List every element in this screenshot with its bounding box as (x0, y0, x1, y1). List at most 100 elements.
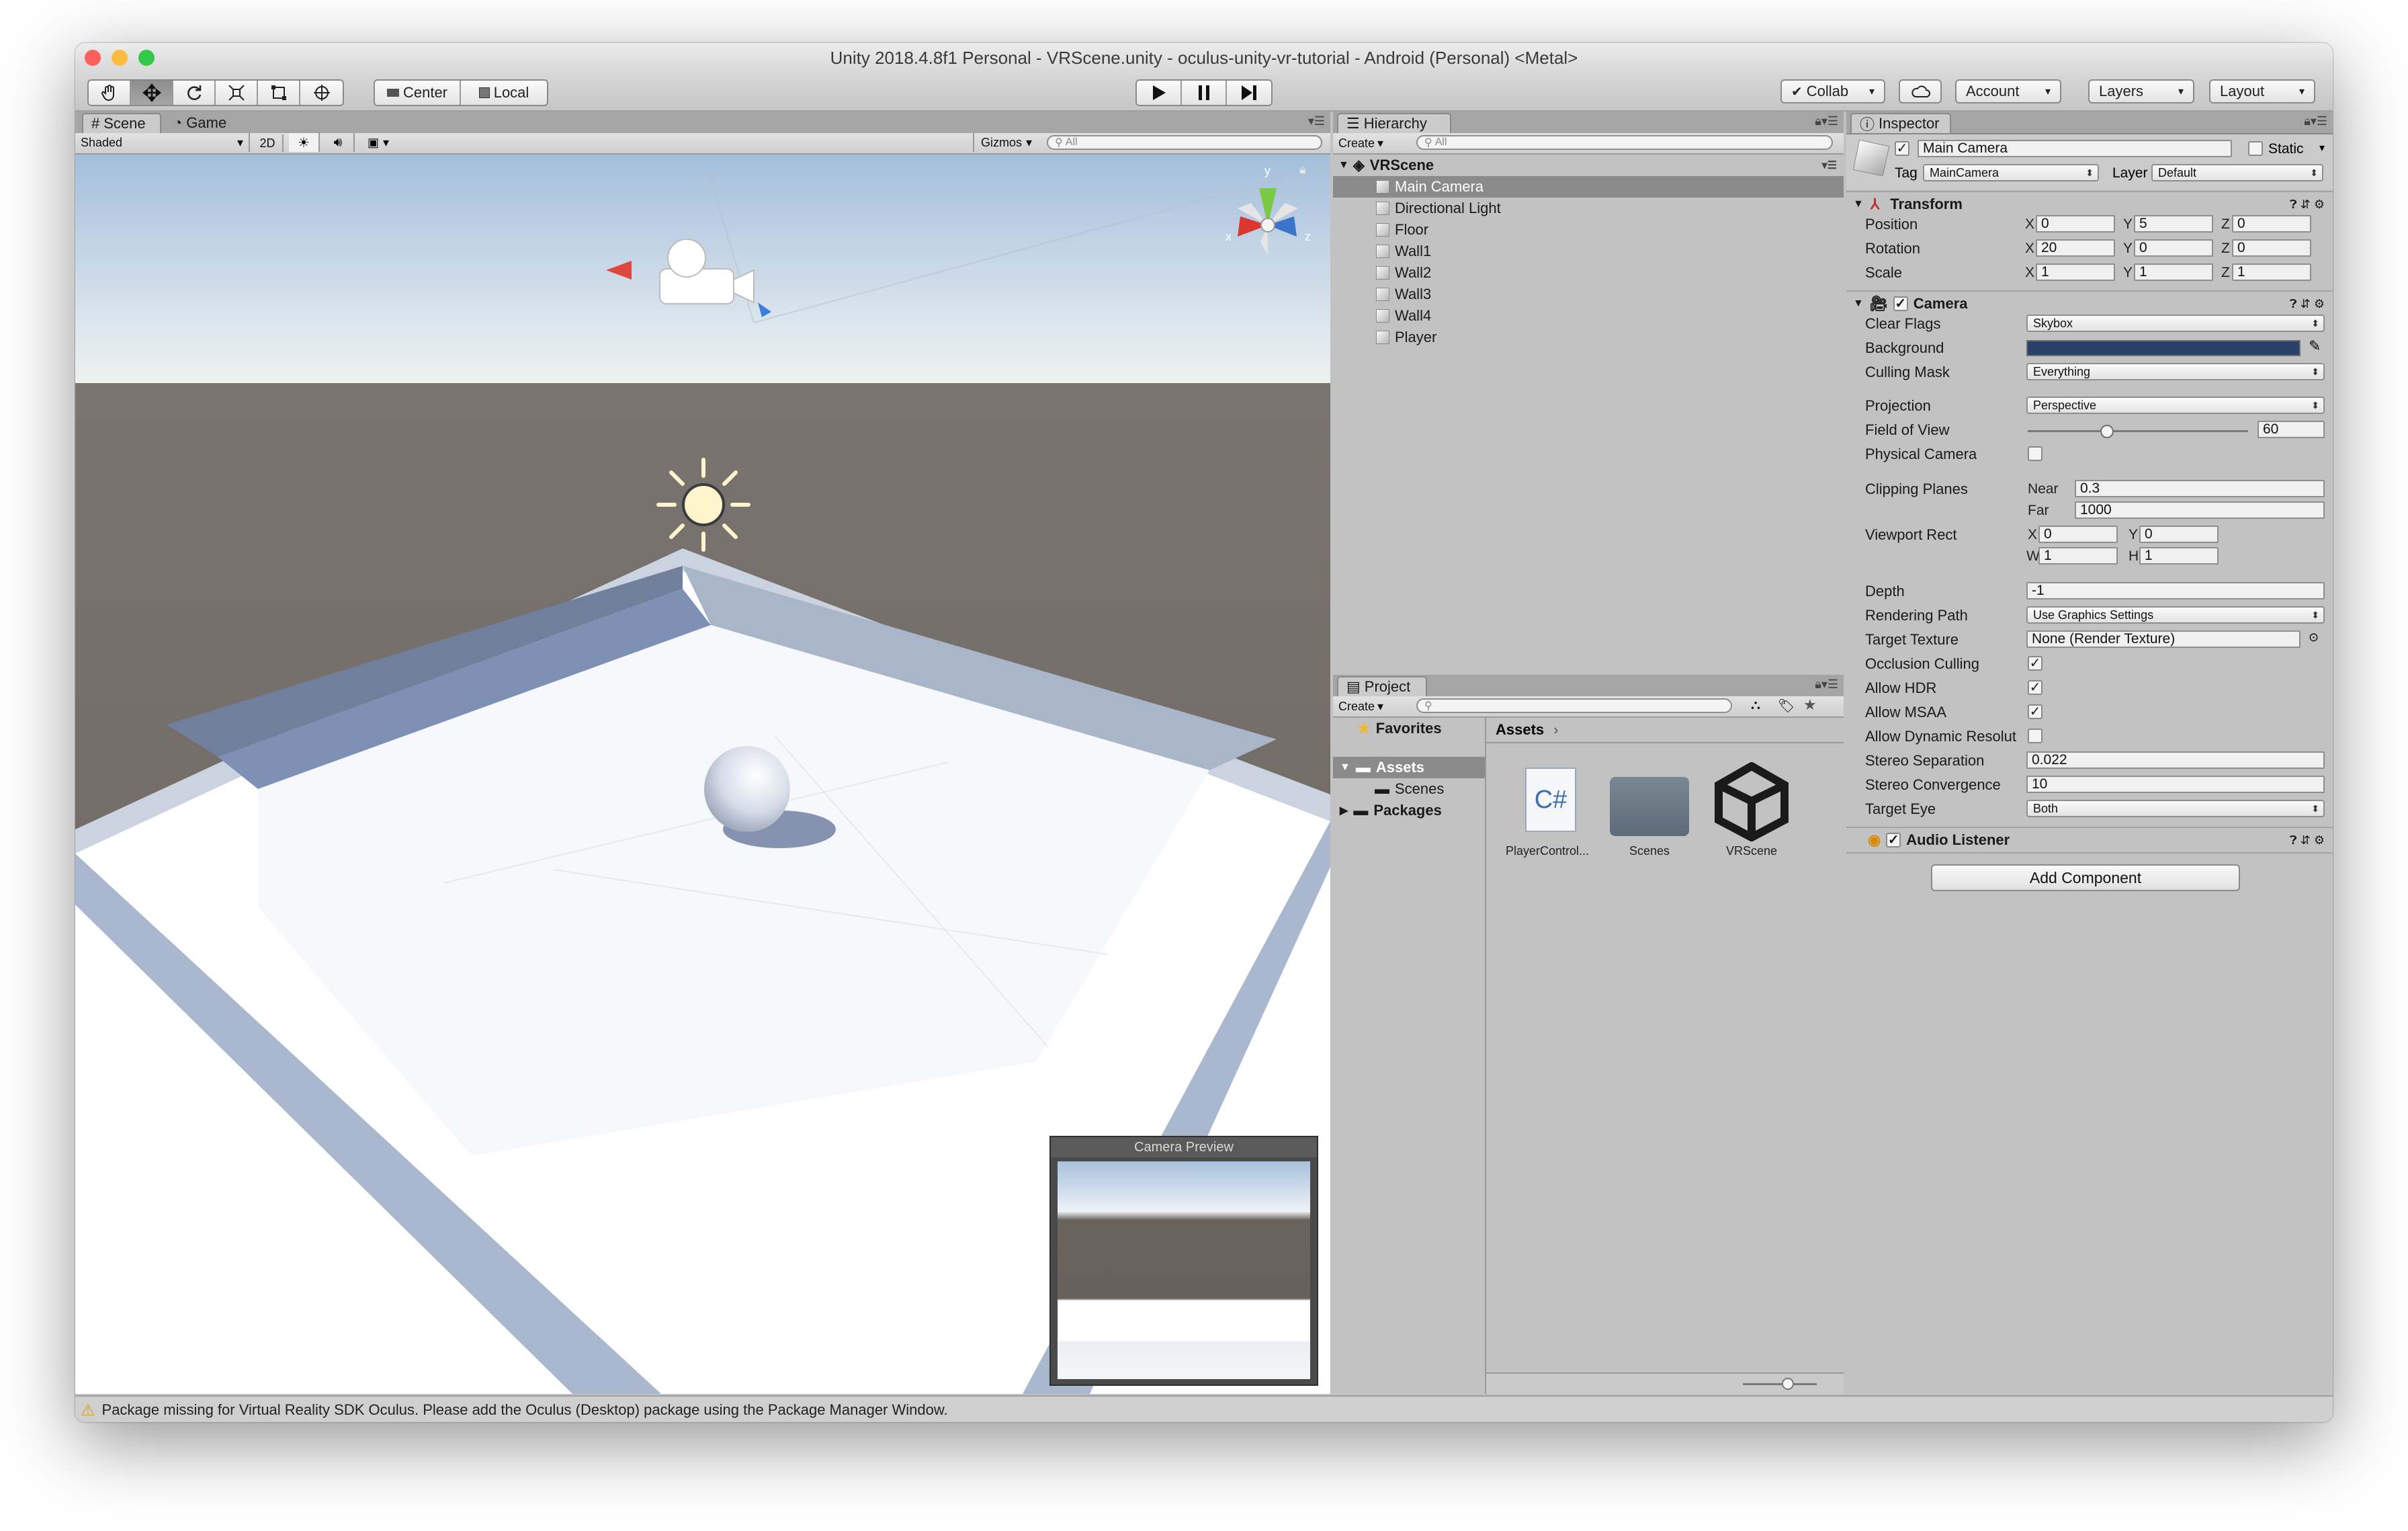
allow-msaa-checkbox[interactable]: ✓ (2028, 704, 2042, 719)
shading-mode-dropdown[interactable]: Shaded ▾ (81, 133, 250, 152)
minimize-window-button[interactable] (112, 50, 128, 66)
hierarchy-search-input[interactable]: ⚲ All (1416, 135, 1833, 150)
camera-gizmo-icon[interactable] (606, 227, 781, 321)
asset-script[interactable]: C# PlayerControl... (1502, 758, 1592, 858)
project-create-dropdown[interactable]: Create ▾ (1338, 699, 1383, 714)
zoom-window-button[interactable] (138, 50, 155, 66)
tab-scene[interactable]: # Scene (82, 113, 161, 133)
hierarchy-item-main-camera[interactable]: Main Camera (1333, 176, 1844, 198)
toggle-2d-button[interactable]: 2D (253, 134, 284, 152)
hierarchy-item-wall4[interactable]: Wall4 (1333, 305, 1844, 327)
fov-slider-track[interactable] (2028, 430, 2248, 432)
scene-audio-toggle[interactable]: 🔊︎ (322, 133, 355, 152)
assets-folder-item[interactable]: ▼ ▬ Assets (1333, 757, 1485, 778)
play-button[interactable] (1137, 81, 1182, 105)
transform-tool-button[interactable] (300, 81, 343, 105)
viewport-y-input[interactable]: 0 (2139, 526, 2219, 543)
scene-options-icon[interactable]: ▾☰ (1822, 159, 1837, 172)
culling-mask-dropdown[interactable]: Everything (2026, 363, 2325, 380)
audio-listener-header[interactable]: ◉ ✓ Audio Listener ❓︎ ⇵ ⚙ (1846, 827, 2333, 852)
hierarchy-menu-icon[interactable]: 🔒︎▾☰ (1815, 114, 1838, 128)
scene-lighting-toggle[interactable]: ☀ (289, 133, 320, 152)
target-texture-field[interactable]: None (Render Texture) (2026, 630, 2300, 648)
layers-dropdown[interactable]: Layers ▾ (2088, 79, 2194, 104)
static-checkbox[interactable] (2248, 141, 2263, 156)
packages-folder-item[interactable]: ▶ ▬ Packages (1333, 800, 1485, 821)
far-clip-input[interactable]: 1000 (2075, 501, 2325, 519)
account-dropdown[interactable]: Account ▾ (1955, 79, 2061, 104)
rotation-y-input[interactable]: 0 (2134, 239, 2213, 257)
scale-tool-button[interactable] (216, 81, 258, 105)
scale-z-input[interactable]: 1 (2232, 263, 2311, 281)
rotation-z-input[interactable]: 0 (2232, 239, 2311, 257)
position-x-input[interactable]: 0 (2036, 215, 2115, 233)
rect-tool-button[interactable] (258, 81, 300, 105)
breadcrumb-assets[interactable]: Assets (1496, 721, 1544, 739)
viewport-w-input[interactable]: 1 (2038, 547, 2118, 565)
filter-by-label-icon[interactable]: 🏷︎ (1778, 698, 1795, 714)
asset-zoom-track[interactable] (1743, 1383, 1817, 1385)
scale-x-input[interactable]: 1 (2036, 263, 2115, 281)
close-window-button[interactable] (85, 50, 101, 66)
project-search-input[interactable]: ⚲ (1416, 698, 1732, 713)
component-help-icon[interactable]: ❓︎ ⇵ ⚙ (2290, 297, 2325, 311)
stereo-convergence-input[interactable]: 10 (2026, 776, 2325, 793)
position-y-input[interactable]: 5 (2134, 215, 2213, 233)
inspector-menu-icon[interactable]: 🔒︎▾☰ (2304, 114, 2327, 128)
asset-scenes-folder[interactable]: Scenes (1604, 758, 1694, 858)
layer-dropdown[interactable]: Default (2151, 164, 2323, 181)
hierarchy-item-player[interactable]: Player (1333, 327, 1844, 348)
rendering-path-dropdown[interactable]: Use Graphics Settings (2026, 606, 2325, 624)
camera-component-header[interactable]: ▼ 🎥︎ ✓ Camera ❓︎ ⇵ ⚙ (1846, 290, 2333, 316)
static-dropdown-arrow[interactable]: ▾ (2319, 141, 2325, 155)
scene-viewport[interactable]: y x z 🔒︎ Camera Preview (75, 155, 1330, 1394)
layout-dropdown[interactable]: Layout ▾ (2209, 79, 2315, 104)
add-component-button[interactable]: Add Component (1931, 864, 2240, 891)
panel-menu-icon[interactable]: ▾☰ (1308, 114, 1325, 128)
scene-search-input[interactable]: ⚲ All (1047, 135, 1322, 150)
asset-zoom-handle[interactable] (1782, 1378, 1794, 1390)
scenes-folder-item[interactable]: ▬ Scenes (1333, 778, 1485, 800)
transform-header[interactable]: ▼ ⅄ Transform ❓︎ ⇵ ⚙ (1846, 191, 2333, 216)
component-help-icon[interactable]: ❓︎ ⇵ ⚙ (2290, 198, 2325, 212)
viewport-h-input[interactable]: 1 (2139, 547, 2219, 565)
tab-inspector[interactable]: ⓘ Inspector (1850, 113, 1951, 133)
rotation-x-input[interactable]: 20 (2036, 239, 2115, 257)
move-tool-button[interactable] (131, 81, 173, 105)
favorite-star-icon[interactable]: ★ (1803, 696, 1817, 714)
status-bar[interactable]: ⚠ Package missing for Virtual Reality SD… (75, 1395, 2333, 1422)
tab-hierarchy[interactable]: ☰ Hierarchy (1337, 113, 1451, 133)
lock-icon[interactable]: 🔒︎ (1299, 163, 1306, 177)
step-button[interactable] (1227, 81, 1271, 105)
allow-hdr-checkbox[interactable]: ✓ (2028, 680, 2042, 695)
project-menu-icon[interactable]: 🔒︎▾☰ (1815, 677, 1838, 692)
tab-game[interactable]: ◔ Game (165, 113, 245, 133)
orientation-gizmo[interactable]: y x z (1211, 161, 1325, 276)
fov-slider-handle[interactable] (2100, 425, 2114, 438)
tab-project[interactable]: ▤ Project (1337, 676, 1427, 696)
directional-light-icon[interactable] (653, 454, 754, 555)
fov-input[interactable]: 60 (2258, 421, 2325, 438)
component-help-icon[interactable]: ❓︎ ⇵ ⚙ (2290, 833, 2325, 847)
audio-listener-checkbox[interactable]: ✓ (1886, 833, 1901, 847)
gizmos-dropdown[interactable]: Gizmos ▾ (973, 133, 1040, 152)
tag-dropdown[interactable]: MainCamera (1923, 164, 2099, 181)
eyedropper-icon[interactable]: ✎ (2309, 337, 2321, 355)
occlusion-culling-checkbox[interactable]: ✓ (2028, 656, 2042, 671)
clear-flags-dropdown[interactable]: Skybox (2026, 315, 2325, 332)
filter-by-type-icon[interactable]: ⛬ (1751, 698, 1760, 713)
collab-dropdown[interactable]: ✔ Collab ▾ (1780, 79, 1885, 104)
background-color-swatch[interactable] (2026, 340, 2300, 356)
rotate-tool-button[interactable] (173, 81, 216, 105)
hierarchy-item-wall1[interactable]: Wall1 (1333, 241, 1844, 262)
object-name-input[interactable]: Main Camera (1918, 140, 2232, 157)
hierarchy-item-wall3[interactable]: Wall3 (1333, 284, 1844, 305)
allow-dynamic-resolution-checkbox[interactable] (2028, 729, 2042, 743)
position-z-input[interactable]: 0 (2232, 215, 2311, 233)
target-eye-dropdown[interactable]: Both (2026, 800, 2325, 817)
hand-tool-button[interactable] (89, 81, 131, 105)
cloud-button[interactable] (1899, 79, 1942, 104)
hierarchy-item-floor[interactable]: Floor (1333, 219, 1844, 241)
pivot-center-button[interactable]: Center (375, 81, 461, 105)
scene-effects-dropdown[interactable]: ▣ ▾ (357, 133, 399, 152)
